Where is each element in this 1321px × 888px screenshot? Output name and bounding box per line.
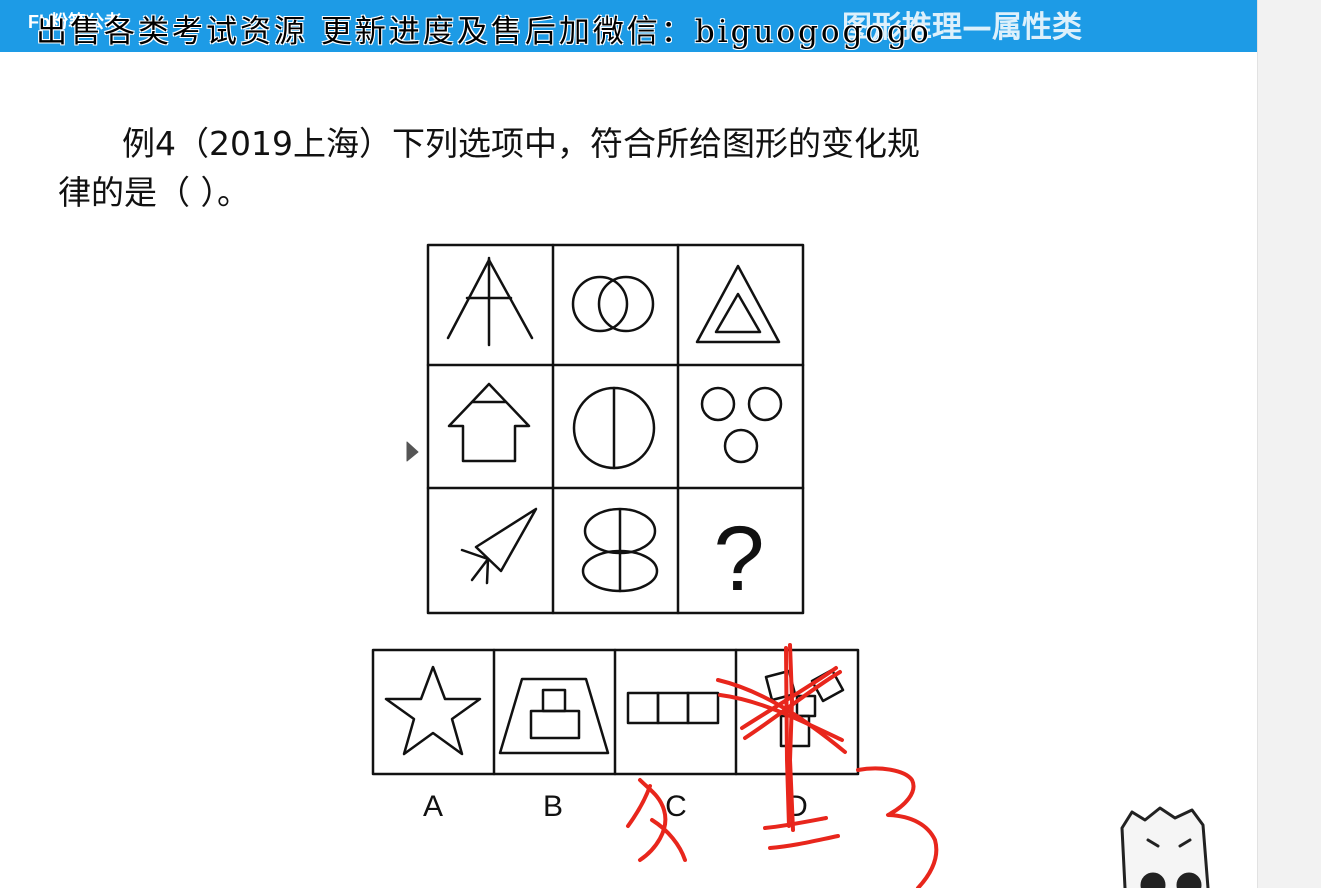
mascot-icon (1120, 806, 1210, 888)
puzzle-figure: ? A B C D (371, 243, 1210, 888)
option-c-label: C (665, 790, 687, 823)
option-a-label: A (423, 790, 443, 823)
figure-three-circles (700, 386, 783, 464)
figure-arrow-tree (447, 382, 531, 463)
red-handwriting-annotations (626, 643, 939, 888)
figure-nested-triangles (695, 264, 781, 344)
red-vertical-stroke (788, 643, 795, 832)
figure-tent-lines (446, 256, 534, 347)
option-c-three-squares[interactable] (626, 691, 720, 725)
red-three-mark (856, 766, 939, 888)
figure-kite-arrow (460, 507, 538, 585)
figure-divided-circle (572, 386, 656, 470)
red-equals-mark (763, 816, 840, 850)
option-b-trapezoid-boxes[interactable] (498, 677, 610, 755)
side-panel (1257, 0, 1321, 888)
figure-two-circles (571, 275, 655, 333)
question-mark: ? (713, 508, 764, 610)
option-b-label: B (543, 790, 563, 823)
option-a-star[interactable] (384, 665, 482, 756)
figure-figure-eight (581, 507, 659, 593)
cursor-icon (406, 441, 419, 462)
